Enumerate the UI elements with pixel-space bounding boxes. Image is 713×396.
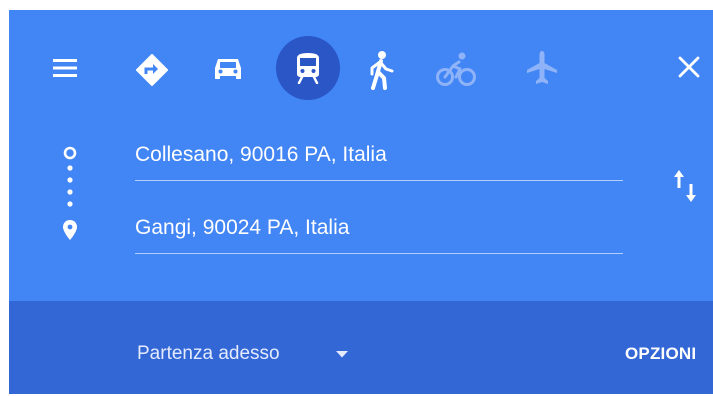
transit-mode-button[interactable]	[276, 36, 340, 100]
swap-icon[interactable]	[673, 168, 697, 204]
menu-icon[interactable]	[53, 58, 77, 78]
departure-bar	[9, 301, 713, 394]
airplane-icon[interactable]	[526, 50, 558, 86]
train-icon	[297, 53, 319, 84]
dropdown-arrow-icon[interactable]	[336, 351, 348, 358]
directions-diamond-icon[interactable]	[136, 54, 168, 86]
bicycle-icon[interactable]	[436, 52, 476, 86]
directions-header: Collesano, 90016 PA, Italia Gangi, 90024…	[9, 10, 713, 301]
destination-pin-icon	[63, 220, 77, 240]
directions-panel: Collesano, 90016 PA, Italia Gangi, 90024…	[9, 10, 713, 394]
close-icon[interactable]	[678, 56, 700, 78]
destination-underline	[135, 253, 623, 254]
route-dots-icon	[67, 165, 73, 207]
departure-time-dropdown[interactable]: Partenza adesso	[137, 343, 280, 365]
car-icon[interactable]	[213, 56, 243, 82]
origin-underline	[135, 180, 623, 181]
options-button[interactable]: OPZIONI	[625, 343, 696, 365]
walking-icon[interactable]	[367, 50, 395, 90]
destination-input[interactable]: Gangi, 90024 PA, Italia	[135, 215, 623, 241]
origin-input[interactable]: Collesano, 90016 PA, Italia	[135, 142, 623, 168]
origin-circle-icon	[63, 146, 77, 160]
